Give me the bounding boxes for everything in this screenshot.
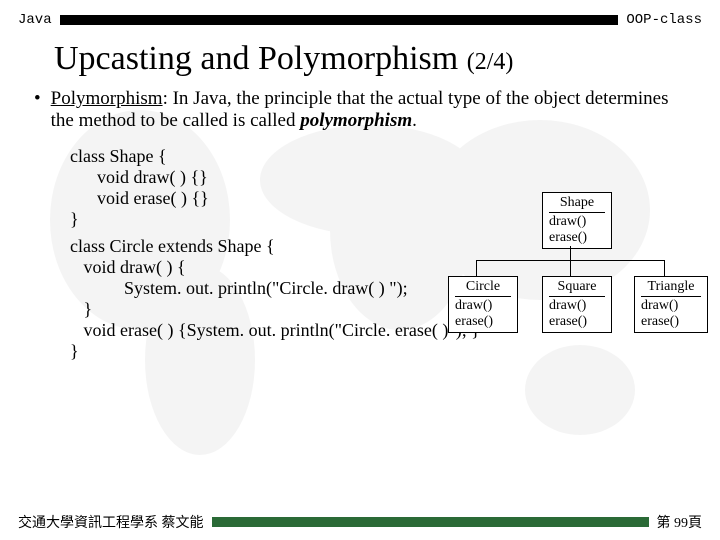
bullet-tail: . (412, 110, 417, 131)
footer-bar-row: 交通大學資訊工程學系 蔡文能 第 99頁 (0, 512, 720, 532)
box-title: Shape (549, 195, 605, 213)
bullet-row: • Polymorphism: In Java, the principle t… (0, 88, 720, 136)
box-method: draw() (549, 214, 605, 230)
bullet-dot-icon: • (34, 88, 41, 132)
box-method: draw() (549, 298, 605, 314)
footer-rule (212, 517, 649, 527)
connector (570, 260, 571, 276)
slide-title: Upcasting and Polymorphism (2/4) (0, 34, 720, 88)
title-pager: (2/4) (467, 49, 514, 75)
header-left-label: Java (18, 12, 52, 28)
box-method: draw() (641, 298, 701, 314)
box-method: erase() (549, 230, 605, 246)
connector (570, 246, 571, 260)
footer-right-label: 第 99頁 (657, 512, 703, 532)
bullet-lead: Polymorphism (51, 88, 163, 109)
box-method: erase() (641, 314, 701, 330)
footer-left-label: 交通大學資訊工程學系 蔡文能 (18, 512, 204, 532)
box-circle: Circle draw() erase() (448, 276, 518, 333)
bullet-em: polymorphism (300, 110, 412, 131)
box-title: Triangle (641, 279, 701, 297)
title-main: Upcasting and Polymorphism (54, 40, 458, 77)
bullet-text: Polymorphism: In Java, the principle tha… (51, 88, 686, 132)
header-bar-row: Java OOP-class (0, 0, 720, 34)
box-method: draw() (455, 298, 511, 314)
code-line: class Shape { (70, 146, 720, 167)
connector (476, 260, 477, 276)
box-title: Circle (455, 279, 511, 297)
class-diagram: Shape draw() erase() Circle draw() erase… (440, 192, 700, 352)
box-method: erase() (549, 314, 605, 330)
box-shape: Shape draw() erase() (542, 192, 612, 249)
header-rule (60, 15, 619, 25)
box-title: Square (549, 279, 605, 297)
header-right-label: OOP-class (626, 12, 702, 28)
box-method: erase() (455, 314, 511, 330)
connector (664, 260, 665, 276)
box-triangle: Triangle draw() erase() (634, 276, 708, 333)
code-line: void draw( ) {} (70, 167, 720, 188)
box-square: Square draw() erase() (542, 276, 612, 333)
